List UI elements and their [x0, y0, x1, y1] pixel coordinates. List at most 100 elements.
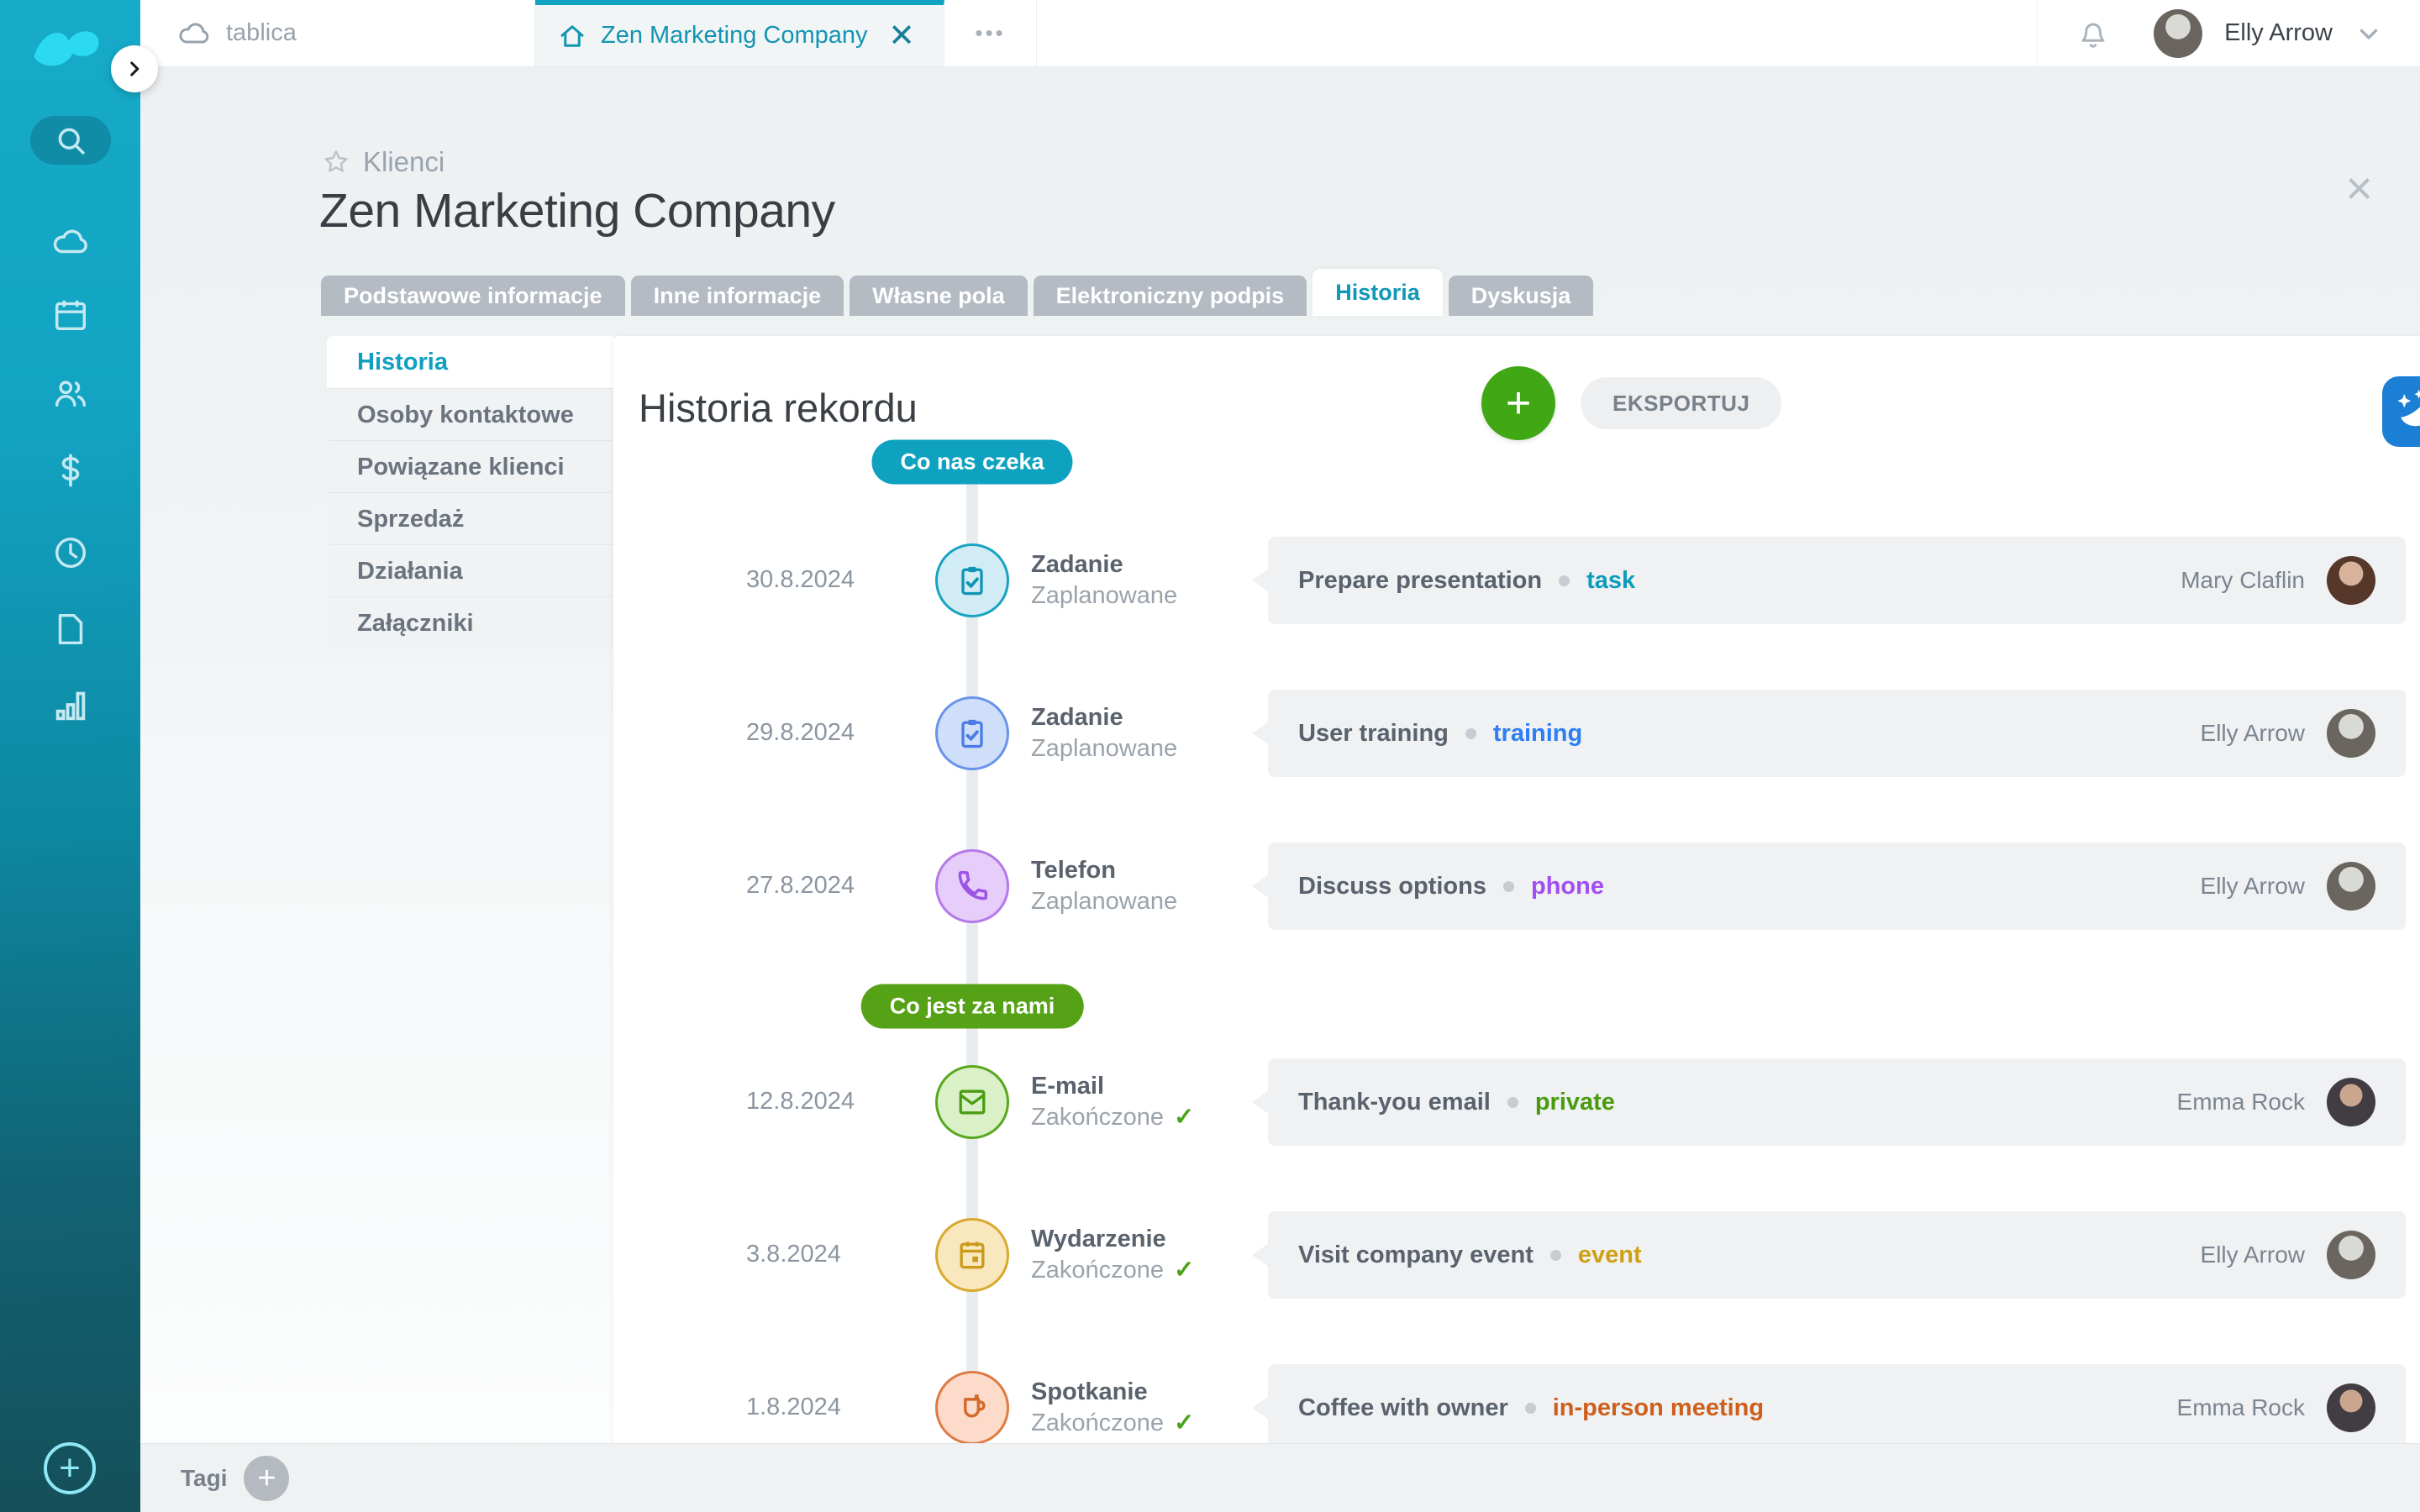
entry-title: Coffee with owner — [1298, 1394, 1508, 1422]
record-tab-inne-informacje[interactable]: Inne informacje — [631, 276, 844, 316]
entry-status: Zaplanowane — [1031, 732, 1177, 764]
tabs-more-button[interactable]: ••• — [944, 0, 1037, 66]
sidebar-clock-icon[interactable] — [51, 533, 90, 572]
panel-close-icon[interactable]: × — [2345, 165, 2373, 212]
owner-avatar[interactable] — [2327, 1231, 2375, 1279]
entry-card[interactable]: Thank-you email private Emma Rock — [1268, 1058, 2406, 1146]
owner-avatar[interactable] — [2327, 862, 2375, 911]
tab-board[interactable]: tablica — [140, 0, 535, 66]
star-icon[interactable] — [321, 147, 351, 177]
record-tabs: Podstawowe informacjeInne informacjeWłas… — [321, 269, 1593, 316]
sidebar-add-button[interactable]: + — [44, 1442, 96, 1494]
entry-date: 27.8.2024 — [746, 872, 855, 900]
entry-status: Zakończone✓ — [1031, 1254, 1194, 1286]
tab-board-label: tablica — [226, 19, 297, 47]
sidebar-search-icon[interactable] — [30, 116, 111, 165]
task-activity-icon[interactable] — [935, 696, 1009, 770]
submenu-item-powiązane-klienci[interactable]: Powiązane klienci — [327, 440, 613, 492]
cup-activity-icon[interactable] — [935, 1371, 1009, 1445]
breadcrumb-label[interactable]: Klienci — [363, 146, 445, 178]
cloud-icon — [177, 17, 211, 50]
owner-avatar[interactable] — [2327, 709, 2375, 758]
submenu-item-działania[interactable]: Działania — [327, 544, 613, 596]
entry-tag[interactable]: task — [1586, 567, 1635, 595]
separator-dot-icon — [1507, 1097, 1518, 1108]
entry-title: Visit company event — [1298, 1242, 1534, 1269]
separator-dot-icon — [1525, 1403, 1536, 1414]
entry-date: 3.8.2024 — [746, 1241, 841, 1268]
add-tag-button[interactable]: + — [244, 1456, 289, 1501]
home-icon — [557, 21, 587, 51]
add-activity-button[interactable]: + — [1481, 366, 1555, 440]
entry-type: Telefon — [1031, 855, 1177, 885]
entry-tag[interactable]: private — [1535, 1089, 1615, 1116]
entry-type: Zadanie — [1031, 702, 1177, 732]
event-activity-icon[interactable] — [935, 1218, 1009, 1292]
entry-status: Zaplanowane — [1031, 580, 1177, 612]
sidebar-expand-button[interactable] — [111, 45, 158, 92]
entry-date: 30.8.2024 — [746, 566, 855, 594]
chevron-down-icon[interactable] — [2354, 19, 2383, 48]
record-tab-dyskusja[interactable]: Dyskusja — [1449, 276, 1594, 316]
entry-labels: ZadanieZaplanowane — [1031, 702, 1177, 764]
task-activity-icon[interactable] — [935, 543, 1009, 617]
entry-tag[interactable]: in-person meeting — [1553, 1394, 1764, 1422]
sidebar-users-icon[interactable] — [51, 374, 90, 412]
record-tab-podstawowe-informacje[interactable]: Podstawowe informacje — [321, 276, 625, 316]
owner-name: Elly Arrow — [2201, 720, 2305, 747]
entry-status: Zakończone✓ — [1031, 1101, 1194, 1133]
entry-card[interactable]: Discuss options phone Elly Arrow — [1268, 843, 2406, 930]
entry-title: Thank-you email — [1298, 1089, 1491, 1116]
sidebar-calendar-icon[interactable] — [51, 296, 90, 334]
record-tab-historia[interactable]: Historia — [1313, 269, 1443, 316]
entry-date: 1.8.2024 — [746, 1394, 841, 1421]
owner-avatar[interactable] — [2327, 1078, 2375, 1126]
tab-close-icon[interactable]: ✕ — [881, 17, 922, 55]
entry-type: Spotkanie — [1031, 1377, 1194, 1407]
entry-card[interactable]: Coffee with ownerin-person meetingEmma R… — [1268, 1364, 2406, 1452]
entry-status: Zaplanowane — [1031, 885, 1177, 917]
notifications-bell-icon[interactable] — [2075, 15, 2112, 52]
topbar-spacer — [1037, 0, 2037, 66]
record-tab-własne-pola[interactable]: Własne pola — [850, 276, 1028, 316]
entry-labels: ZadanieZaplanowane — [1031, 549, 1177, 612]
user-area: Elly Arrow — [2037, 0, 2420, 66]
envelope-activity-icon[interactable] — [935, 1065, 1009, 1139]
entry-type: Zadanie — [1031, 549, 1177, 580]
entry-title: Discuss options — [1298, 873, 1486, 900]
entry-title: User training — [1298, 720, 1449, 748]
content-area: Klienci Zen Marketing Company × Podstawo… — [140, 67, 2420, 1512]
footer-tag-bar: Tagi + — [140, 1443, 2420, 1512]
sidebar-chart-icon[interactable] — [51, 686, 90, 725]
submenu-item-historia[interactable]: Historia — [327, 336, 613, 388]
phone-activity-icon[interactable] — [935, 849, 1009, 923]
ai-assistant-button[interactable] — [2382, 376, 2420, 447]
timeline-section-badge: Co nas czeka — [871, 440, 1072, 485]
entry-labels: TelefonZaplanowane — [1031, 855, 1177, 917]
sidebar-dollar-icon[interactable] — [51, 451, 90, 490]
sidebar-cloud-icon[interactable] — [51, 223, 90, 261]
owner-avatar[interactable] — [2327, 1383, 2375, 1432]
submenu-item-osoby-kontaktowe[interactable]: Osoby kontaktowe — [327, 388, 613, 440]
entry-owner: Elly Arrow — [2201, 862, 2375, 911]
entry-tag[interactable]: training — [1493, 720, 1582, 748]
ai-bird-icon — [2391, 385, 2420, 438]
entry-card[interactable]: Visit company eventeventElly Arrow — [1268, 1211, 2406, 1299]
owner-avatar[interactable] — [2327, 556, 2375, 605]
app-sidebar: + — [0, 0, 140, 1512]
owner-name: Emma Rock — [2177, 1089, 2305, 1116]
timeline-section-badge: Co jest za nami — [861, 984, 1084, 1029]
entry-card[interactable]: User training training Elly Arrow — [1268, 690, 2406, 777]
entry-tag[interactable]: event — [1578, 1242, 1642, 1269]
user-name[interactable]: Elly Arrow — [2224, 19, 2333, 47]
entry-tag[interactable]: phone — [1531, 873, 1604, 900]
submenu-item-załączniki[interactable]: Załączniki — [327, 596, 613, 648]
submenu-item-sprzedaż[interactable]: Sprzedaż — [327, 492, 613, 544]
record-tab-elektroniczny-podpis[interactable]: Elektroniczny podpis — [1034, 276, 1307, 316]
export-button[interactable]: EKSPORTUJ — [1581, 377, 1781, 429]
panel-heading: Historia rekordu — [639, 385, 918, 431]
user-avatar[interactable] — [2154, 9, 2202, 58]
tab-record[interactable]: Zen Marketing Company ✕ — [535, 0, 944, 66]
sidebar-file-icon[interactable] — [51, 610, 90, 648]
entry-card[interactable]: Prepare presentationtaskMary Claflin — [1268, 537, 2406, 624]
